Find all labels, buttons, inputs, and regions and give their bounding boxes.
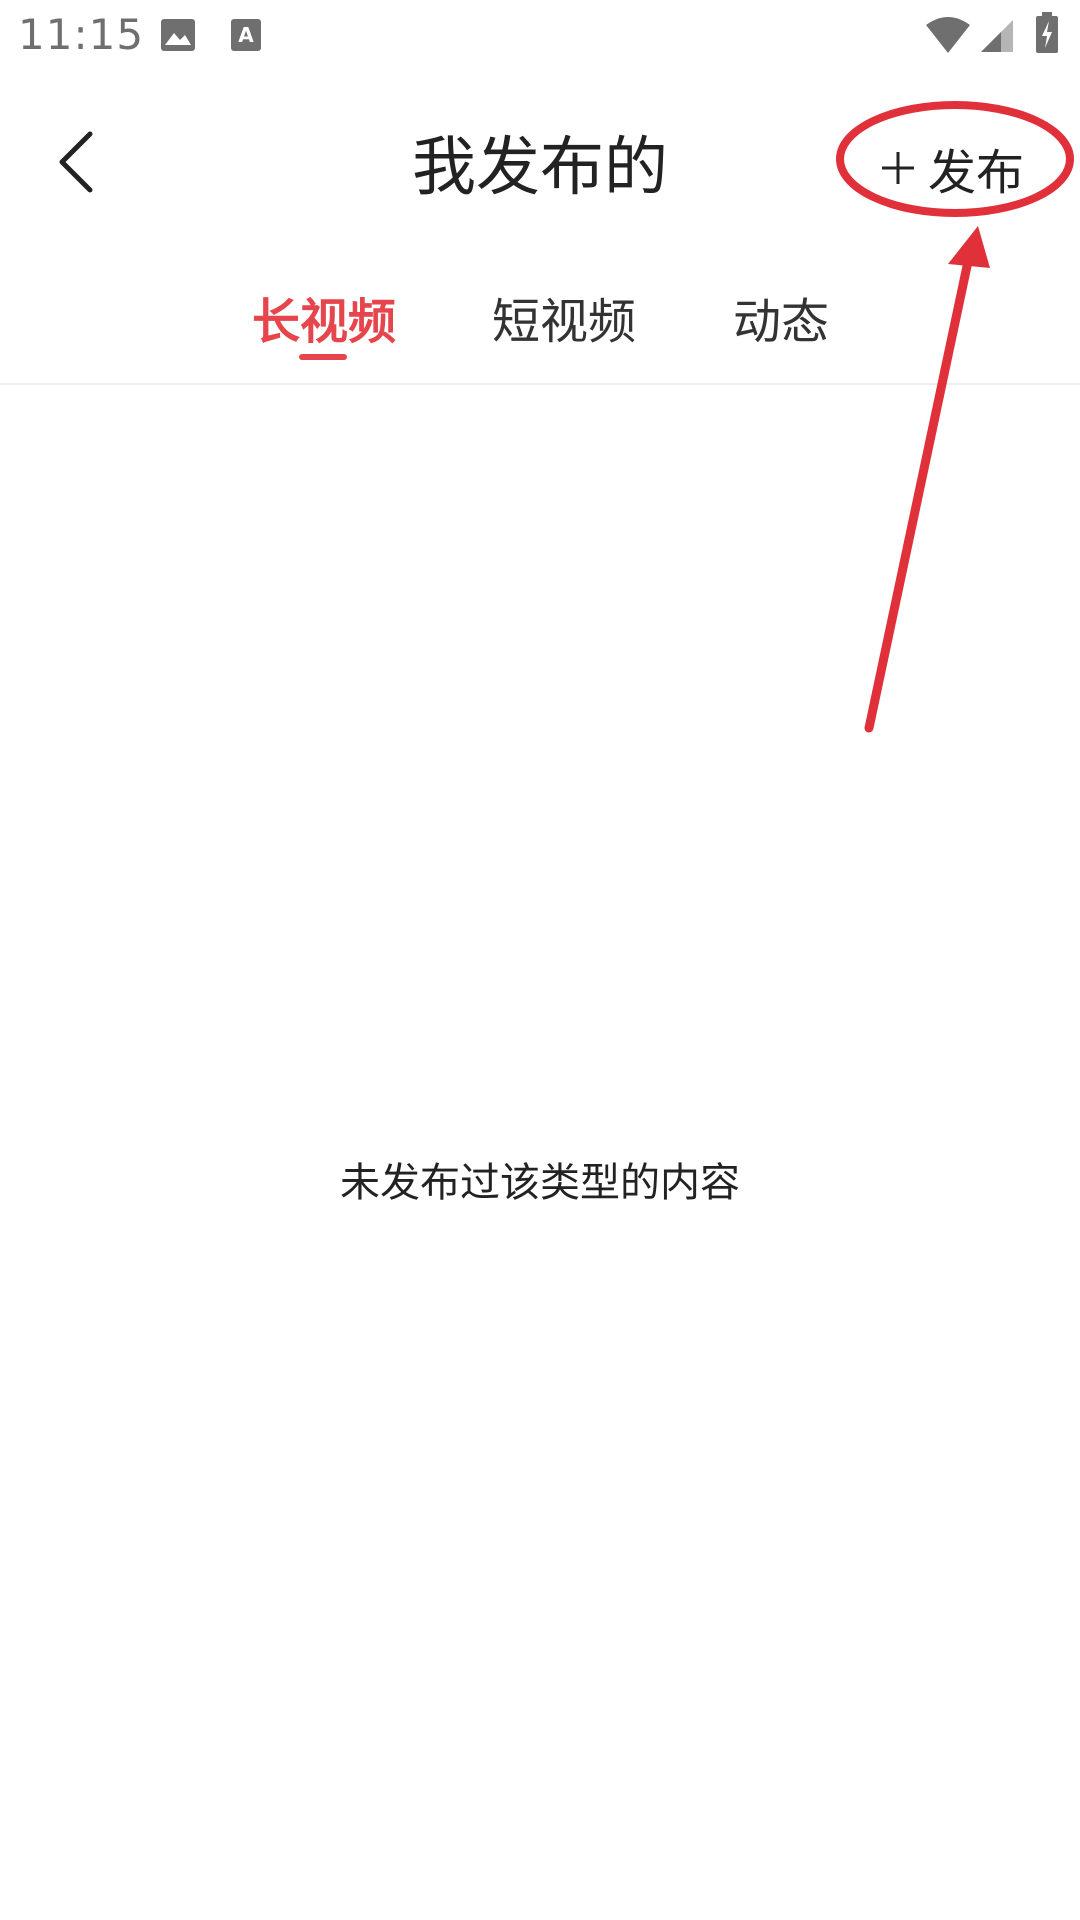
plus-icon (882, 152, 914, 184)
empty-state-message: 未发布过该类型的内容 (340, 1160, 740, 1206)
tab-short-video[interactable]: 短视频 (492, 282, 636, 352)
tab-divider (0, 383, 1080, 385)
status-bar: 11:15 A (0, 0, 1080, 72)
wifi-icon (926, 17, 970, 53)
gallery-icon (161, 19, 195, 51)
header: 我发布的 发布 (0, 88, 1080, 228)
publish-label: 发布 (928, 145, 1025, 201)
svg-text:A: A (238, 23, 254, 47)
page: 11:15 A 我发布的 发布 长视频 短视频 动态 未发布过该类型的内容 (0, 0, 1080, 1920)
publish-button[interactable]: 发布 (880, 128, 1024, 208)
status-time: 11:15 (18, 10, 145, 59)
tab-bar: 长视频 短视频 动态 (0, 262, 1080, 382)
a-box-icon: A (231, 19, 261, 51)
battery-icon (1036, 12, 1058, 53)
tab-dynamic[interactable]: 动态 (733, 282, 829, 352)
tab-long-video[interactable]: 长视频 (252, 282, 396, 352)
active-tab-indicator (299, 354, 347, 360)
signal-icon (981, 20, 1013, 52)
